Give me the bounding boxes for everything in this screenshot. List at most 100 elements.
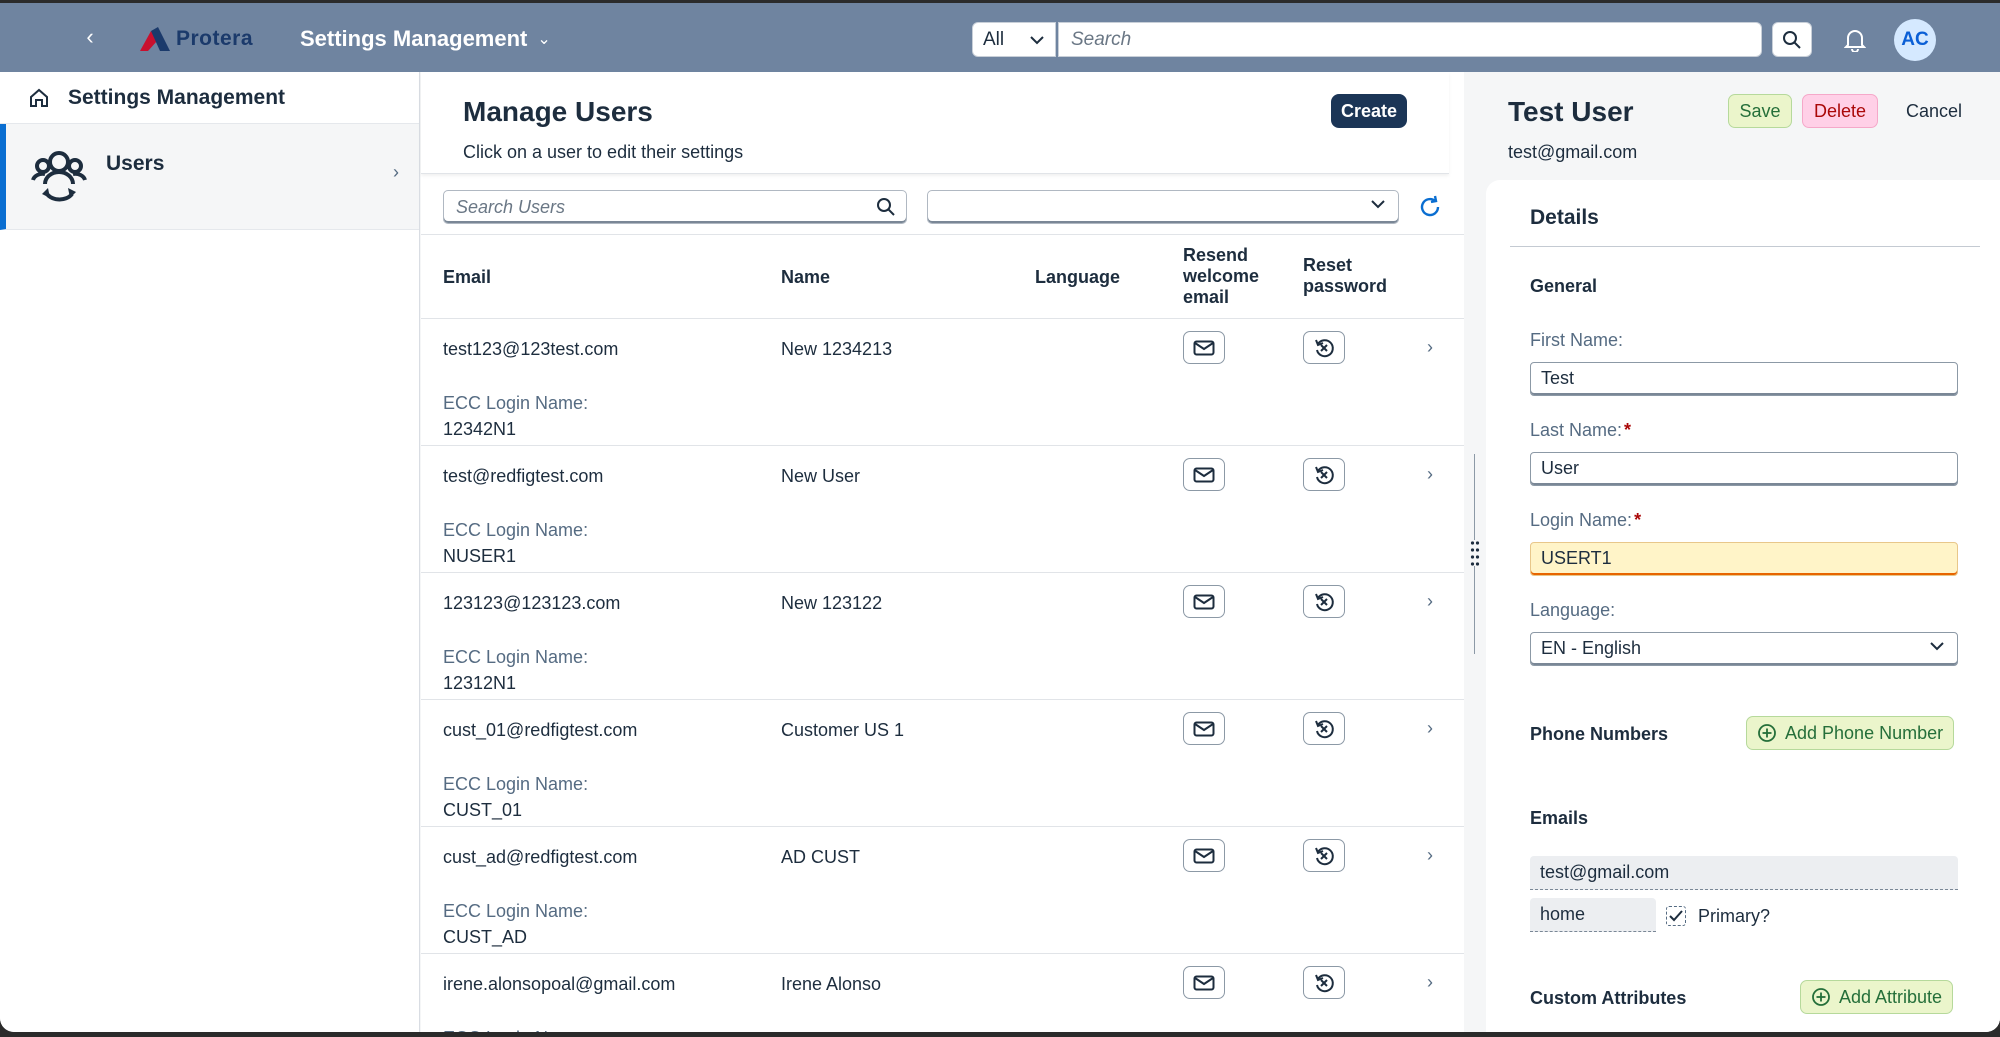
last-name-field[interactable]: User xyxy=(1530,452,1958,486)
search-users-input[interactable]: Search Users xyxy=(443,190,907,224)
resend-welcome-email-button[interactable] xyxy=(1183,712,1225,745)
app-title-menu[interactable]: Settings Management ⌄ xyxy=(300,26,551,52)
grip-icon[interactable] xyxy=(1470,540,1480,566)
add-icon xyxy=(1812,988,1830,1006)
row-name: Customer US 1 xyxy=(781,720,905,740)
create-button[interactable]: Create xyxy=(1331,94,1407,128)
column-reset[interactable]: Reset password xyxy=(1303,255,1393,297)
add-phone-number-button[interactable]: Add Phone Number xyxy=(1746,716,1955,750)
app-frame: ‹ Protera Settings Management ⌄ All Sear… xyxy=(0,0,2000,1032)
app-title: Settings Management xyxy=(300,26,528,51)
chevron-right-icon[interactable]: › xyxy=(1427,464,1433,485)
search-scope-value: All xyxy=(983,28,1005,50)
table-row[interactable]: irene.alonsopoal@gmail.com Irene Alonso › E… xyxy=(421,954,1464,1032)
resend-welcome-email-button[interactable] xyxy=(1183,966,1225,999)
row-name: New User xyxy=(781,466,861,486)
table-row[interactable]: cust_ad@redfigtest.com AD CUST › ECC Login … xyxy=(421,827,1464,954)
mail-icon xyxy=(1193,975,1215,990)
chevron-right-icon[interactable]: › xyxy=(1427,845,1433,866)
email-type-field[interactable]: home xyxy=(1530,898,1656,932)
add-icon xyxy=(1758,724,1776,742)
resend-welcome-email-button[interactable] xyxy=(1183,458,1225,491)
primary-checkbox[interactable] xyxy=(1666,906,1686,926)
chevron-right-icon[interactable]: › xyxy=(1427,337,1433,358)
chevron-right-icon[interactable]: › xyxy=(1427,972,1433,993)
first-name-field[interactable]: Test xyxy=(1530,362,1958,396)
language-select-value: EN - English xyxy=(1541,638,1642,658)
mail-icon xyxy=(1193,721,1215,736)
chevron-down-icon xyxy=(1371,200,1385,209)
row-name: New 1234213 xyxy=(781,339,893,359)
bell-icon xyxy=(1844,30,1866,52)
primary-label: Primary? xyxy=(1698,906,1771,926)
panel-splitter[interactable] xyxy=(1464,72,1486,1032)
resend-welcome-email-button[interactable] xyxy=(1183,839,1225,872)
search-scope-select[interactable]: All xyxy=(972,22,1056,57)
resend-welcome-email-button[interactable] xyxy=(1183,585,1225,618)
chevron-down-icon: ⌄ xyxy=(537,31,551,48)
table-row[interactable]: test@redfigtest.com New User › ECC Login Na… xyxy=(421,446,1464,573)
reset-password-icon xyxy=(1315,719,1334,738)
refresh-icon[interactable] xyxy=(1417,194,1443,220)
ecc-login-value: CUST_AD xyxy=(443,927,528,947)
reset-password-button[interactable] xyxy=(1303,585,1345,618)
search-users-placeholder: Search Users xyxy=(456,197,566,217)
language-label: Language: xyxy=(1530,600,1616,620)
chevron-down-icon xyxy=(1030,35,1044,44)
tab-divider xyxy=(1510,246,1980,247)
global-search-input[interactable]: Search xyxy=(1058,22,1762,57)
sidebar-item-users[interactable]: Users › xyxy=(0,124,419,230)
users-icon xyxy=(31,151,87,202)
column-resend[interactable]: Resend welcome email xyxy=(1183,245,1273,308)
nav-header[interactable]: Settings Management xyxy=(0,72,419,124)
search-icon[interactable] xyxy=(876,197,896,217)
ecc-login-label: ECC Login Name: xyxy=(443,647,589,667)
table-row[interactable]: cust_01@redfigtest.com Customer US 1 › ECC … xyxy=(421,700,1464,827)
back-icon[interactable]: ‹ xyxy=(78,25,102,49)
global-search-placeholder: Search xyxy=(1071,29,1132,50)
logo[interactable]: Protera xyxy=(138,25,253,53)
reset-password-button[interactable] xyxy=(1303,331,1345,364)
chevron-right-icon[interactable]: › xyxy=(1427,718,1433,739)
chevron-right-icon: › xyxy=(393,162,399,182)
section-custom-attributes: Custom Attributes xyxy=(1530,988,1687,1008)
reset-password-button[interactable] xyxy=(1303,966,1345,999)
login-name-field[interactable]: USERT1 xyxy=(1530,542,1958,576)
shell-bar: ‹ Protera Settings Management ⌄ All Sear… xyxy=(0,0,2000,72)
notifications-button[interactable] xyxy=(1840,25,1870,55)
table-row[interactable]: test123@123test.com New 1234213 › ECC Login… xyxy=(421,319,1464,446)
email-field[interactable]: test@gmail.com xyxy=(1530,856,1958,890)
mail-icon xyxy=(1193,848,1215,863)
list-header: Manage Users Click on a user to edit the… xyxy=(421,72,1449,174)
column-email[interactable]: Email xyxy=(443,267,491,288)
add-attribute-button[interactable]: Add Attribute xyxy=(1800,980,1954,1014)
section-general: General xyxy=(1530,276,1598,296)
chevron-right-icon[interactable]: › xyxy=(1427,591,1433,612)
last-name-label: Last Name: * xyxy=(1530,420,1632,440)
page-subtitle: Click on a user to edit their settings xyxy=(463,142,744,162)
reset-password-button[interactable] xyxy=(1303,712,1345,745)
ecc-login-label: ECC Login Name: xyxy=(443,520,589,540)
filter-select[interactable] xyxy=(927,190,1399,224)
avatar[interactable]: AC xyxy=(1894,19,1936,61)
tab-details[interactable]: Details xyxy=(1530,206,1599,230)
save-button[interactable]: Save xyxy=(1728,94,1792,128)
mail-icon xyxy=(1193,340,1215,355)
resend-welcome-email-button[interactable] xyxy=(1183,331,1225,364)
reset-password-button[interactable] xyxy=(1303,458,1345,491)
page-title: Manage Users xyxy=(463,96,653,127)
column-language[interactable]: Language xyxy=(1035,267,1120,288)
ecc-login-label: ECC Login Name: xyxy=(443,901,589,921)
cancel-button[interactable]: Cancel xyxy=(1894,94,1974,128)
reset-password-button[interactable] xyxy=(1303,839,1345,872)
search-button[interactable] xyxy=(1772,22,1812,57)
ecc-login-value: NUSER1 xyxy=(443,546,517,566)
checkmark-icon xyxy=(1669,910,1683,922)
language-select[interactable]: EN - English xyxy=(1530,632,1958,666)
delete-button[interactable]: Delete xyxy=(1802,94,1878,128)
table-row[interactable]: 123123@123123.com New 123122 › ECC Login Na… xyxy=(421,573,1464,700)
column-name[interactable]: Name xyxy=(781,267,830,288)
logo-text: Protera xyxy=(176,27,254,50)
detail-title: Test User xyxy=(1508,96,1634,127)
section-phone-numbers: Phone Numbers xyxy=(1530,724,1669,744)
